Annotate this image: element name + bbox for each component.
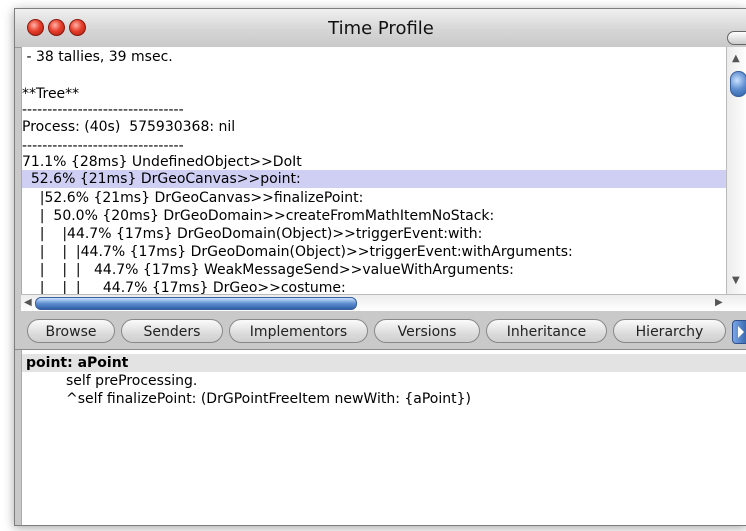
tree-line: Process: (40s) 575930368: nil [22,119,236,135]
scroll-up-arrow-icon[interactable]: ▲ [732,53,740,64]
code-line: ^self finalizePoint: (DrGPointFreeItem n… [66,391,471,407]
time-profile-window: Time Profile - 38 tallies, 39 msec. **Tr… [14,8,746,526]
scroll-right-arrow-icon[interactable]: ▶ [715,297,723,308]
tree-line[interactable]: | | |44.7% {17ms} DrGeoDomain(Object)>>t… [22,243,573,261]
browser-toolbar: Browse Senders Implementors Versions Inh… [15,311,746,350]
window-title: Time Profile [328,18,434,39]
tree-line[interactable]: |52.6% {21ms} DrGeoCanvas>>finalizePoint… [22,189,364,207]
vertical-scroll-thumb[interactable] [730,71,746,97]
browse-button[interactable]: Browse [27,319,115,343]
title-bar[interactable]: Time Profile [15,9,746,48]
collapse-pill-button[interactable] [727,31,746,45]
horizontal-scrollbar[interactable]: ◀ ▶ [21,294,746,311]
code-pane[interactable]: point: aPoint self preProcessing. ^self … [21,350,746,525]
hierarchy-button[interactable]: Hierarchy [613,319,726,343]
profile-tree-pane[interactable]: - 38 tallies, 39 msec. **Tree** --------… [21,47,727,294]
code-line: self preProcessing. [66,373,198,389]
method-selector: point: aPoint [26,355,129,371]
scroll-down-arrow-icon[interactable]: ▼ [732,275,740,286]
tree-line: - 38 tallies, 39 msec. [22,49,173,65]
tree-line[interactable]: | | | 44.7% {17ms} WeakMessageSend>>valu… [22,261,514,279]
more-buttons-arrow-icon[interactable] [732,320,746,344]
horizontal-scroll-thumb[interactable] [35,297,357,310]
tree-line[interactable]: | 50.0% {20ms} DrGeoDomain>>createFromMa… [22,207,494,225]
tree-line-selected[interactable]: 52.6% {21ms} DrGeoCanvas>>point: [22,170,727,188]
tree-line[interactable]: 71.1% {28ms} UndefinedObject>>DoIt [22,153,302,171]
selector-highlight [22,354,746,372]
implementors-button[interactable]: Implementors [229,319,368,343]
tree-line[interactable]: | | | 44.7% {17ms} DrGeo>>costume: [22,279,346,294]
tree-line: -------------------------------- [22,102,184,118]
inheritance-button[interactable]: Inheritance [486,319,607,343]
senders-button[interactable]: Senders [121,319,223,343]
versions-button[interactable]: Versions [374,319,480,343]
scroll-left-arrow-icon[interactable]: ◀ [24,297,32,308]
vertical-scrollbar[interactable]: ▲ ▼ [726,47,746,294]
tree-line[interactable]: | |44.7% {17ms} DrGeoDomain(Object)>>tri… [22,225,483,243]
